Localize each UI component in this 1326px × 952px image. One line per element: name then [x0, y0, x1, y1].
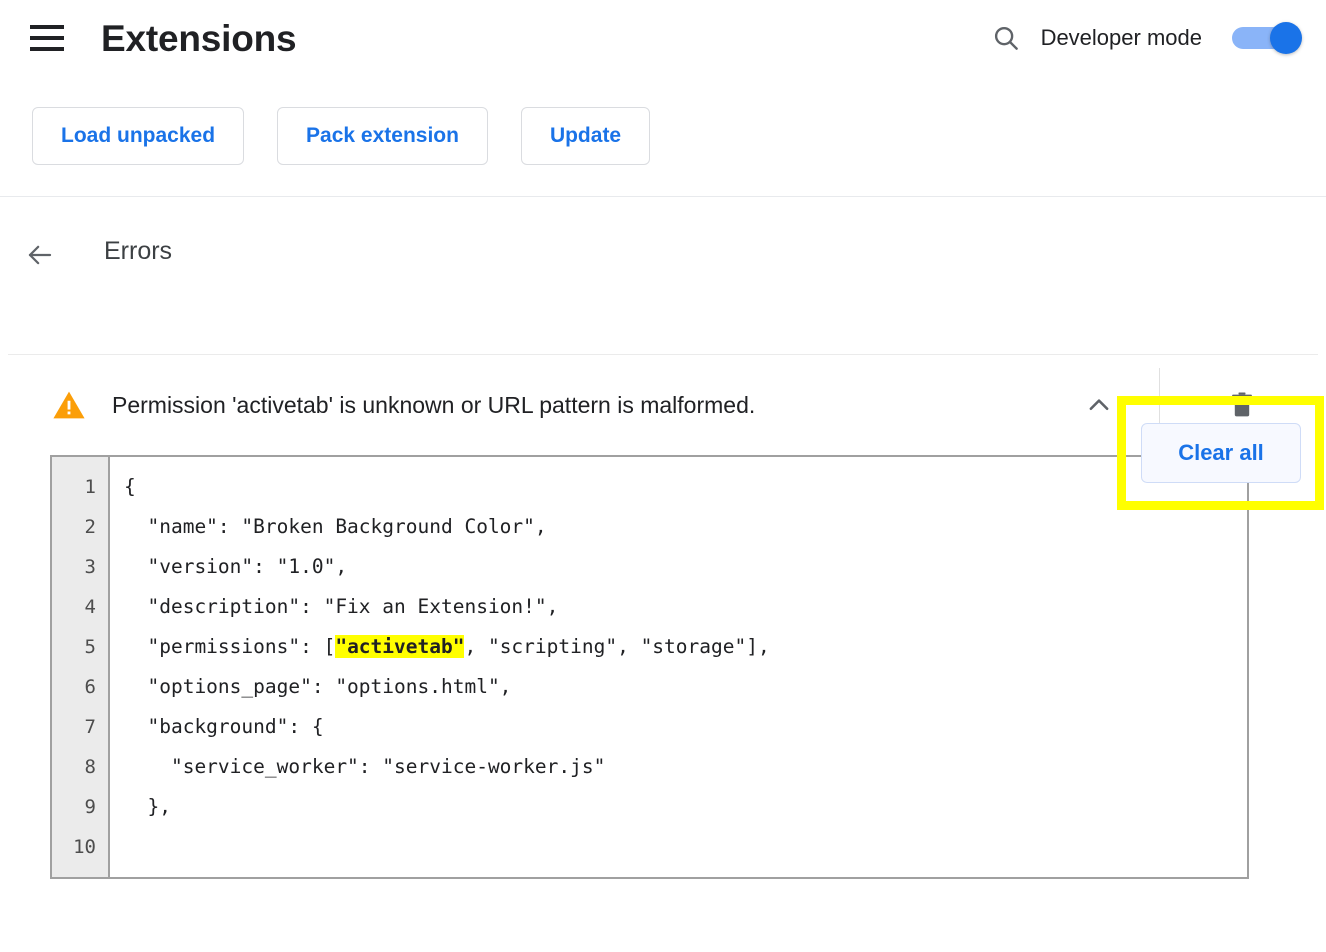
line-number: 3	[84, 556, 96, 578]
code-line: "background": {	[124, 715, 324, 738]
line-number: 4	[84, 596, 96, 618]
line-number: 10	[73, 836, 96, 858]
code-line: "service_worker": "service-worker.js"	[124, 755, 606, 778]
line-number: 8	[84, 756, 96, 778]
highlighted-token: "activetab"	[335, 635, 465, 658]
update-button[interactable]: Update	[520, 107, 651, 165]
code-line-numbers: 1 2 3 4 5 6 7 8 9 10	[52, 457, 110, 877]
code-line: "options_page": "options.html",	[124, 675, 512, 698]
pack-extension-button[interactable]: Pack extension	[277, 107, 488, 165]
warning-triangle-icon	[53, 391, 85, 419]
errors-header: Errors Clear all	[0, 197, 1326, 510]
search-icon[interactable]	[984, 16, 1028, 60]
chevron-up-icon[interactable]	[1073, 379, 1125, 431]
line-number: 2	[84, 516, 96, 538]
hamburger-bar	[30, 25, 64, 29]
clear-all-button[interactable]: Clear all	[1141, 423, 1301, 483]
code-content[interactable]: { "name": "Broken Background Color", "ve…	[110, 457, 1247, 877]
code-line: "name": "Broken Background Color",	[124, 515, 547, 538]
line-number: 9	[84, 796, 96, 818]
manifest-code-block: 1 2 3 4 5 6 7 8 9 10 { "name": "Broken B…	[50, 455, 1249, 879]
extensions-toolbar: Load unpacked Pack extension Update	[0, 76, 1326, 196]
line-number: 1	[84, 476, 96, 498]
code-line: "description": "Fix an Extension!",	[124, 595, 559, 618]
code-line: },	[124, 795, 171, 818]
arrow-left-icon[interactable]	[18, 233, 62, 277]
error-entry: Permission 'activetab' is unknown or URL…	[0, 355, 1326, 879]
hamburger-menu-icon[interactable]	[30, 25, 64, 51]
hamburger-bar	[30, 36, 64, 40]
code-line: {	[124, 475, 136, 498]
developer-mode-label: Developer mode	[1040, 25, 1202, 50]
code-line: "version": "1.0",	[124, 555, 348, 578]
page-title: Extensions	[101, 17, 297, 59]
line-number: 7	[84, 716, 96, 738]
errors-title: Errors	[104, 237, 173, 265]
error-summary-row: Permission 'activetab' is unknown or URL…	[0, 355, 1326, 455]
app-header: Extensions Developer mode	[0, 0, 1326, 76]
toggle-knob	[1270, 22, 1302, 54]
hamburger-bar	[30, 47, 64, 51]
code-line: "permissions": ["activetab", "scripting"…	[124, 635, 770, 658]
load-unpacked-button[interactable]: Load unpacked	[32, 107, 245, 165]
developer-mode-toggle[interactable]	[1232, 22, 1302, 54]
header-actions: Developer mode	[984, 16, 1302, 60]
line-number: 6	[84, 676, 96, 698]
error-message: Permission 'activetab' is unknown or URL…	[112, 391, 756, 418]
line-number: 5	[84, 636, 96, 658]
